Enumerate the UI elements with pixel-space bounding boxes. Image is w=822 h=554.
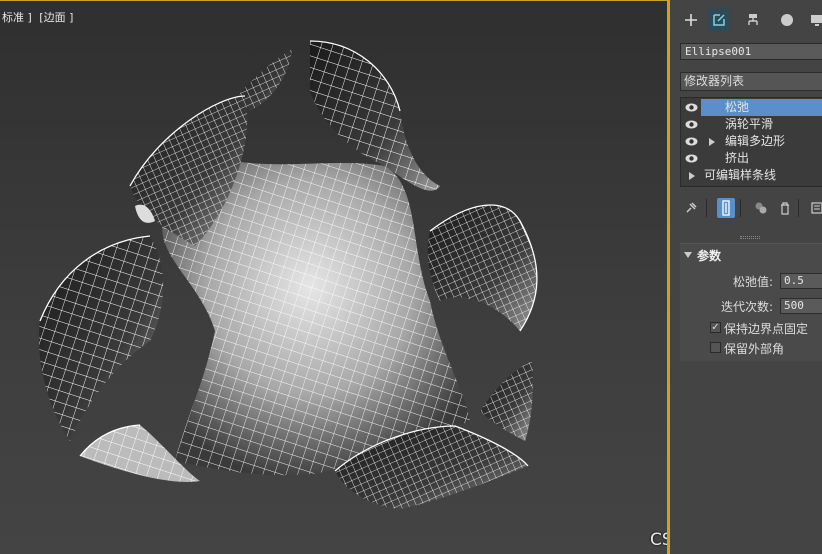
configure-sets-icon	[811, 202, 822, 214]
tab-create[interactable]	[680, 8, 702, 32]
motion-icon	[781, 14, 793, 26]
stack-item-edit-poly[interactable]: 编辑多边形	[681, 133, 822, 150]
plus-icon	[685, 14, 697, 26]
hierarchy-icon	[748, 14, 758, 25]
modifier-list-dropdown[interactable]: 修改器列表	[680, 72, 822, 91]
relax-value-spinner[interactable]: 0.5	[780, 273, 822, 289]
viewport-edges-label[interactable]: [边面 ]	[39, 11, 73, 24]
viewport-label[interactable]: 标准 ] [边面 ]	[2, 9, 77, 25]
stack-item-editable-spline[interactable]: 可编辑样条线	[681, 167, 822, 184]
rollout-header[interactable]: 参数	[680, 244, 822, 266]
rollout-title: 参数	[697, 249, 722, 263]
viewport-shading-label[interactable]: 标准 ]	[2, 11, 32, 24]
make-unique-button[interactable]	[752, 198, 770, 218]
remove-modifier-button[interactable]	[776, 198, 794, 218]
eye-icon[interactable]	[685, 119, 698, 130]
command-panel-tabs	[670, 0, 822, 38]
configure-sets-button[interactable]	[808, 198, 822, 218]
relax-value-label: 松弛值:	[732, 275, 773, 289]
parameters-rollout: 参数 松弛值: 0.5 迭代次数: 500 ✓ 保持边界点固定 保留外部角	[680, 243, 822, 361]
save-outer-corners-label: 保留外部角	[724, 342, 785, 356]
tab-modify[interactable]	[708, 8, 730, 32]
command-panel: Ellipse001 修改器列表 松弛 涡轮平滑 编辑多边形 挤出 可编辑样条线	[670, 0, 822, 554]
eye-icon[interactable]	[685, 153, 698, 164]
eye-icon[interactable]	[685, 136, 698, 147]
save-outer-corners-checkbox[interactable]	[710, 342, 721, 353]
pin-stack-button[interactable]	[682, 198, 700, 218]
stack-item-relax[interactable]: 松弛	[681, 99, 822, 116]
viewport-perspective[interactable]: 标准 ] [边面 ] CSDN @沐风老师	[0, 0, 667, 554]
tab-motion[interactable]	[776, 8, 798, 32]
modify-icon	[713, 14, 725, 26]
wireframe-mesh[interactable]	[0, 1, 667, 554]
expand-triangle-icon[interactable]	[689, 172, 695, 180]
tab-hierarchy[interactable]	[742, 8, 764, 32]
stack-item-label: 涡轮平滑	[725, 117, 774, 131]
collapse-triangle-icon	[684, 252, 692, 258]
pin-stack-icon	[686, 202, 697, 213]
show-end-result-button[interactable]	[717, 198, 735, 218]
iterations-label: 迭代次数:	[720, 300, 773, 314]
panel-resize-grip[interactable]	[740, 236, 760, 239]
stack-item-label: 挤出	[725, 151, 750, 165]
keep-boundary-checkbox[interactable]: ✓	[710, 322, 721, 333]
remove-modifier-icon	[781, 202, 789, 215]
stack-item-label: 松弛	[725, 100, 750, 114]
expand-triangle-icon[interactable]	[709, 138, 715, 146]
stack-item-label: 编辑多边形	[725, 134, 786, 148]
modifier-stack[interactable]: 松弛 涡轮平滑 编辑多边形 挤出 可编辑样条线	[680, 97, 822, 187]
stack-tools	[670, 196, 822, 220]
show-end-result-icon	[722, 200, 730, 216]
keep-boundary-label: 保持边界点固定	[724, 322, 809, 336]
stack-item-extrude[interactable]: 挤出	[681, 150, 822, 167]
display-icon	[811, 15, 822, 26]
iterations-spinner[interactable]: 500	[780, 298, 822, 314]
eye-icon[interactable]	[685, 102, 698, 113]
make-unique-icon	[755, 202, 767, 214]
watermark: CSDN @沐风老师	[650, 530, 667, 550]
object-name-field[interactable]: Ellipse001	[680, 43, 822, 60]
stack-item-turbosmooth[interactable]: 涡轮平滑	[681, 116, 822, 133]
tab-display[interactable]	[806, 8, 822, 32]
stack-item-label: 可编辑样条线	[704, 168, 777, 182]
